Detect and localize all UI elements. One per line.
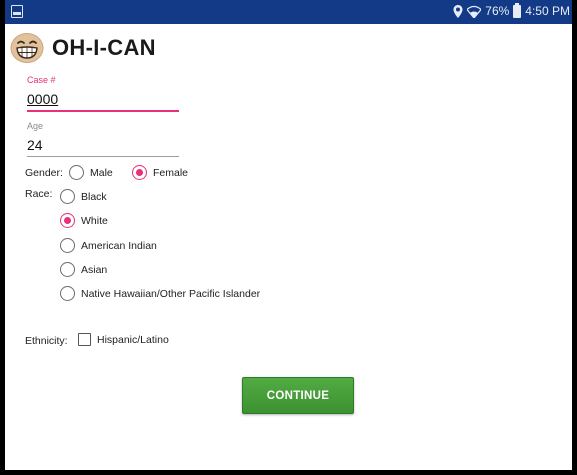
continue-button[interactable]: CONTINUE — [242, 377, 354, 414]
hispanic-latino-checkbox[interactable]: Hispanic/Latino — [78, 333, 169, 346]
race-radio-white[interactable]: White — [60, 213, 108, 228]
race-option-label: White — [81, 214, 108, 227]
race-option-label: Black — [81, 190, 107, 203]
logo-emoji-icon — [10, 33, 44, 63]
radio-button-icon — [60, 189, 75, 204]
app-header: OH-I-CAN — [10, 33, 156, 63]
race-radio-american-indian[interactable]: American Indian — [60, 238, 157, 253]
checkbox-unchecked-icon — [78, 333, 91, 346]
radio-button-icon — [60, 286, 75, 301]
gender-option-label: Female — [153, 166, 189, 179]
gender-option-label: Male — [90, 166, 113, 179]
age-field: Age — [27, 121, 179, 157]
radio-button-selected-icon — [60, 213, 75, 228]
wifi-icon — [467, 5, 482, 18]
age-input[interactable] — [27, 131, 179, 157]
race-label: Race: — [25, 188, 53, 200]
race-option-label: American Indian — [81, 239, 157, 252]
race-radio-native-hawaiian[interactable]: Native Hawaiian/Other Pacific Islander — [60, 286, 260, 301]
radio-button-selected-icon — [132, 165, 147, 180]
battery-icon — [513, 2, 522, 18]
status-bar: 76% 4:50 PM — [5, 0, 572, 24]
ethnicity-option-label: Hispanic/Latino — [97, 333, 169, 346]
gender-label: Gender: — [25, 167, 63, 179]
radio-button-icon — [69, 165, 84, 180]
location-icon — [453, 4, 463, 18]
case-number-label: Case # — [27, 75, 56, 85]
clock: 4:50 PM — [525, 4, 570, 18]
radio-button-icon — [60, 238, 75, 253]
gender-radio-male[interactable]: Male — [69, 165, 113, 180]
race-radio-asian[interactable]: Asian — [60, 262, 107, 277]
ethnicity-label: Ethnicity: — [25, 335, 68, 347]
age-label: Age — [27, 121, 44, 131]
case-number-input[interactable] — [27, 85, 179, 112]
app-title: OH-I-CAN — [52, 35, 156, 60]
radio-button-icon — [60, 262, 75, 277]
case-number-field: Case # — [27, 75, 179, 112]
battery-percent: 76% — [485, 4, 510, 18]
notification-icon — [11, 5, 23, 18]
status-icons: 76% 4:50 PM — [453, 2, 570, 18]
race-option-label: Native Hawaiian/Other Pacific Islander — [81, 287, 261, 300]
race-radio-black[interactable]: Black — [60, 189, 107, 204]
race-option-label: Asian — [81, 263, 108, 276]
gender-radio-female[interactable]: Female — [132, 165, 188, 180]
